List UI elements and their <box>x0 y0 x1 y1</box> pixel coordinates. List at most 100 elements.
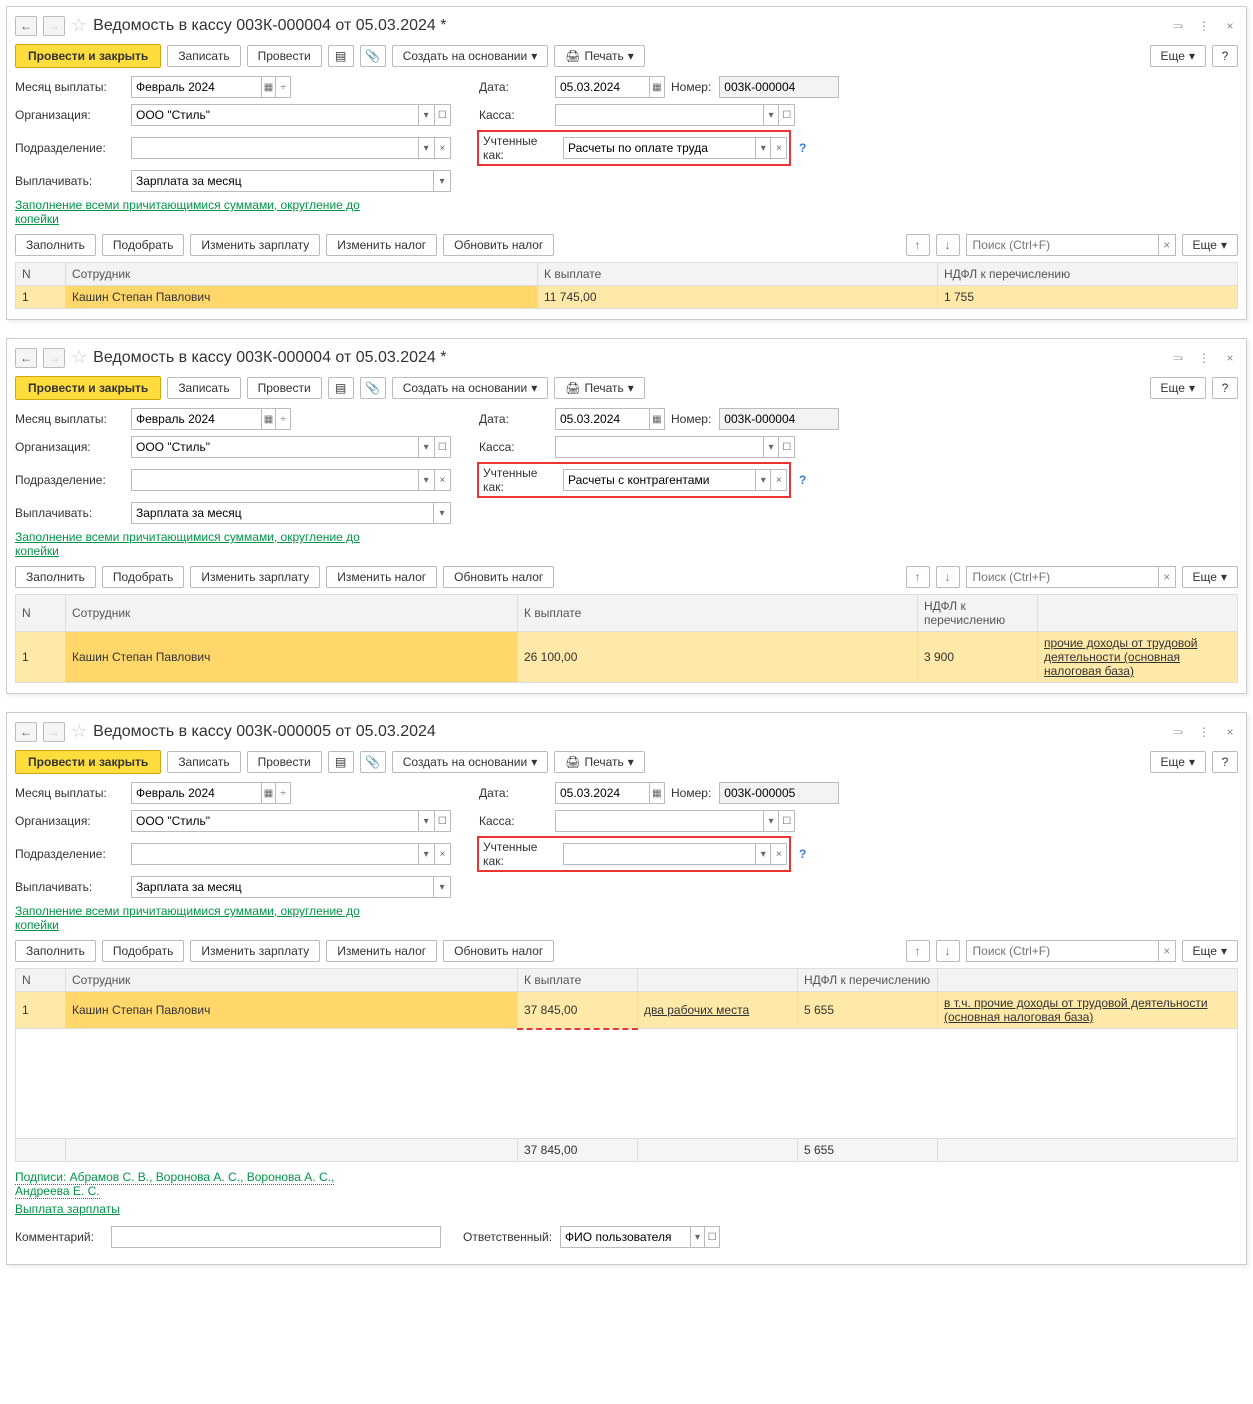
open-icon[interactable]: ☐ <box>778 811 794 831</box>
help-icon[interactable]: ? <box>799 141 806 155</box>
table-more-button[interactable]: Еще ▾ <box>1182 566 1238 588</box>
attach-icon-button[interactable]: 📎 <box>360 377 386 399</box>
help-button[interactable]: ? <box>1212 751 1238 773</box>
back-button[interactable]: ← <box>15 722 37 742</box>
move-down-button[interactable]: ↓ <box>936 566 960 588</box>
kebab-icon[interactable]: ⋮ <box>1196 18 1212 34</box>
calendar-icon[interactable]: ▦ <box>261 77 276 97</box>
pick-button[interactable]: Подобрать <box>102 940 184 962</box>
subdiv-field[interactable]: ▾× <box>131 843 451 865</box>
kassa-field[interactable]: ▾☐ <box>555 436 795 458</box>
resp-field[interactable]: ▾☐ <box>560 1226 720 1248</box>
back-button[interactable]: ← <box>15 348 37 368</box>
subdiv-field[interactable]: ▾× <box>131 469 451 491</box>
subdiv-field[interactable]: ▾× <box>131 137 451 159</box>
chevron-down-icon[interactable]: ▾ <box>433 503 450 523</box>
print-button[interactable]: 🖨 Печать ▾ <box>554 751 645 773</box>
chevron-down-icon[interactable]: ▾ <box>418 470 434 490</box>
search-input[interactable]: × <box>966 234 1176 256</box>
more-button[interactable]: Еще ▾ <box>1150 45 1206 67</box>
stepper-icon[interactable]: ÷ <box>275 77 290 97</box>
record-button[interactable]: Записать <box>167 377 240 399</box>
date-field[interactable]: ▦ <box>555 76 665 98</box>
stepper-icon[interactable]: ÷ <box>275 783 290 803</box>
chevron-down-icon[interactable]: ▾ <box>433 171 450 191</box>
post-close-button[interactable]: Провести и закрыть <box>15 44 161 68</box>
star-icon[interactable]: ☆ <box>71 15 87 36</box>
chevron-down-icon[interactable]: ▾ <box>418 105 434 125</box>
post-close-button[interactable]: Провести и закрыть <box>15 750 161 774</box>
calendar-icon[interactable]: ▦ <box>649 783 664 803</box>
fill-button[interactable]: Заполнить <box>15 940 96 962</box>
chevron-down-icon[interactable]: ▾ <box>755 470 771 490</box>
calendar-icon[interactable]: ▦ <box>261 783 276 803</box>
open-icon[interactable]: ☐ <box>704 1227 719 1247</box>
clear-icon[interactable]: × <box>434 470 450 490</box>
fill-rules-link[interactable]: Заполнение всеми причитающимися суммами,… <box>15 904 360 932</box>
update-tax-button[interactable]: Обновить налог <box>443 234 554 256</box>
clear-icon[interactable]: × <box>434 844 450 864</box>
print-button[interactable]: 🖨 Печать ▾ <box>554 377 645 399</box>
uch-field[interactable]: ▾× <box>563 843 787 865</box>
chevron-down-icon[interactable]: ▾ <box>418 138 434 158</box>
kassa-field[interactable]: ▾☐ <box>555 104 795 126</box>
chevron-down-icon[interactable]: ▾ <box>755 844 771 864</box>
kebab-icon[interactable]: ⋮ <box>1196 350 1212 366</box>
chevron-down-icon[interactable]: ▾ <box>763 811 779 831</box>
record-button[interactable]: Записать <box>167 45 240 67</box>
change-tax-button[interactable]: Изменить налог <box>326 940 437 962</box>
open-icon[interactable]: ☐ <box>434 437 450 457</box>
income-type-link[interactable]: в т.ч. прочие доходы от трудовой деятель… <box>944 996 1208 1024</box>
chevron-down-icon[interactable]: ▾ <box>763 437 779 457</box>
workplaces-link[interactable]: два рабочих места <box>644 1003 749 1017</box>
pay-field[interactable]: ▾ <box>131 876 451 898</box>
help-icon[interactable]: ? <box>799 847 806 861</box>
employees-table[interactable]: N Сотрудник К выплате НДФЛ к перечислени… <box>15 262 1238 309</box>
table-more-button[interactable]: Еще ▾ <box>1182 234 1238 256</box>
kassa-field[interactable]: ▾☐ <box>555 810 795 832</box>
help-button[interactable]: ? <box>1212 377 1238 399</box>
month-field[interactable]: ▦÷ <box>131 782 291 804</box>
star-icon[interactable]: ☆ <box>71 347 87 368</box>
employees-table[interactable]: N Сотрудник К выплате НДФЛ к перечислени… <box>15 968 1238 1162</box>
move-down-button[interactable]: ↓ <box>936 940 960 962</box>
forward-button[interactable]: → <box>43 722 65 742</box>
update-tax-button[interactable]: Обновить налог <box>443 940 554 962</box>
income-type-link[interactable]: прочие доходы от трудовой деятельности (… <box>1044 636 1198 678</box>
post-button[interactable]: Провести <box>247 377 322 399</box>
change-tax-button[interactable]: Изменить налог <box>326 234 437 256</box>
open-icon[interactable]: ☐ <box>434 105 450 125</box>
move-up-button[interactable]: ↑ <box>906 566 930 588</box>
fill-button[interactable]: Заполнить <box>15 234 96 256</box>
back-button[interactable]: ← <box>15 16 37 36</box>
open-icon[interactable]: ☐ <box>778 105 794 125</box>
org-field[interactable]: ▾☐ <box>131 810 451 832</box>
month-field[interactable]: ▦÷ <box>131 76 291 98</box>
print-button[interactable]: 🖨 Печать ▾ <box>554 45 645 67</box>
calendar-icon[interactable]: ▦ <box>649 77 664 97</box>
payout-link[interactable]: Выплата зарплаты <box>15 1202 120 1216</box>
chevron-down-icon[interactable]: ▾ <box>763 105 779 125</box>
move-up-button[interactable]: ↑ <box>906 940 930 962</box>
create-base-button[interactable]: Создать на основании ▾ <box>392 377 549 399</box>
fill-button[interactable]: Заполнить <box>15 566 96 588</box>
close-icon[interactable]: × <box>1222 350 1238 366</box>
help-button[interactable]: ? <box>1212 45 1238 67</box>
clear-icon[interactable]: × <box>770 470 786 490</box>
kebab-icon[interactable]: ⋮ <box>1196 724 1212 740</box>
move-down-button[interactable]: ↓ <box>936 234 960 256</box>
uch-field[interactable]: ▾× <box>563 137 787 159</box>
chevron-down-icon[interactable]: ▾ <box>690 1227 705 1247</box>
open-icon[interactable]: ☐ <box>434 811 450 831</box>
change-salary-button[interactable]: Изменить зарплату <box>190 566 320 588</box>
search-input[interactable]: × <box>966 566 1176 588</box>
org-field[interactable]: ▾☐ <box>131 104 451 126</box>
close-icon[interactable]: × <box>1222 724 1238 740</box>
table-row[interactable]: 1 Кашин Степан Павлович 26 100,00 3 900 … <box>16 632 1238 683</box>
change-tax-button[interactable]: Изменить налог <box>326 566 437 588</box>
date-field[interactable]: ▦ <box>555 782 665 804</box>
search-input[interactable]: × <box>966 940 1176 962</box>
star-icon[interactable]: ☆ <box>71 721 87 742</box>
post-button[interactable]: Провести <box>247 751 322 773</box>
table-row[interactable]: 1 Кашин Степан Павлович 37 845,00 два ра… <box>16 992 1238 1029</box>
